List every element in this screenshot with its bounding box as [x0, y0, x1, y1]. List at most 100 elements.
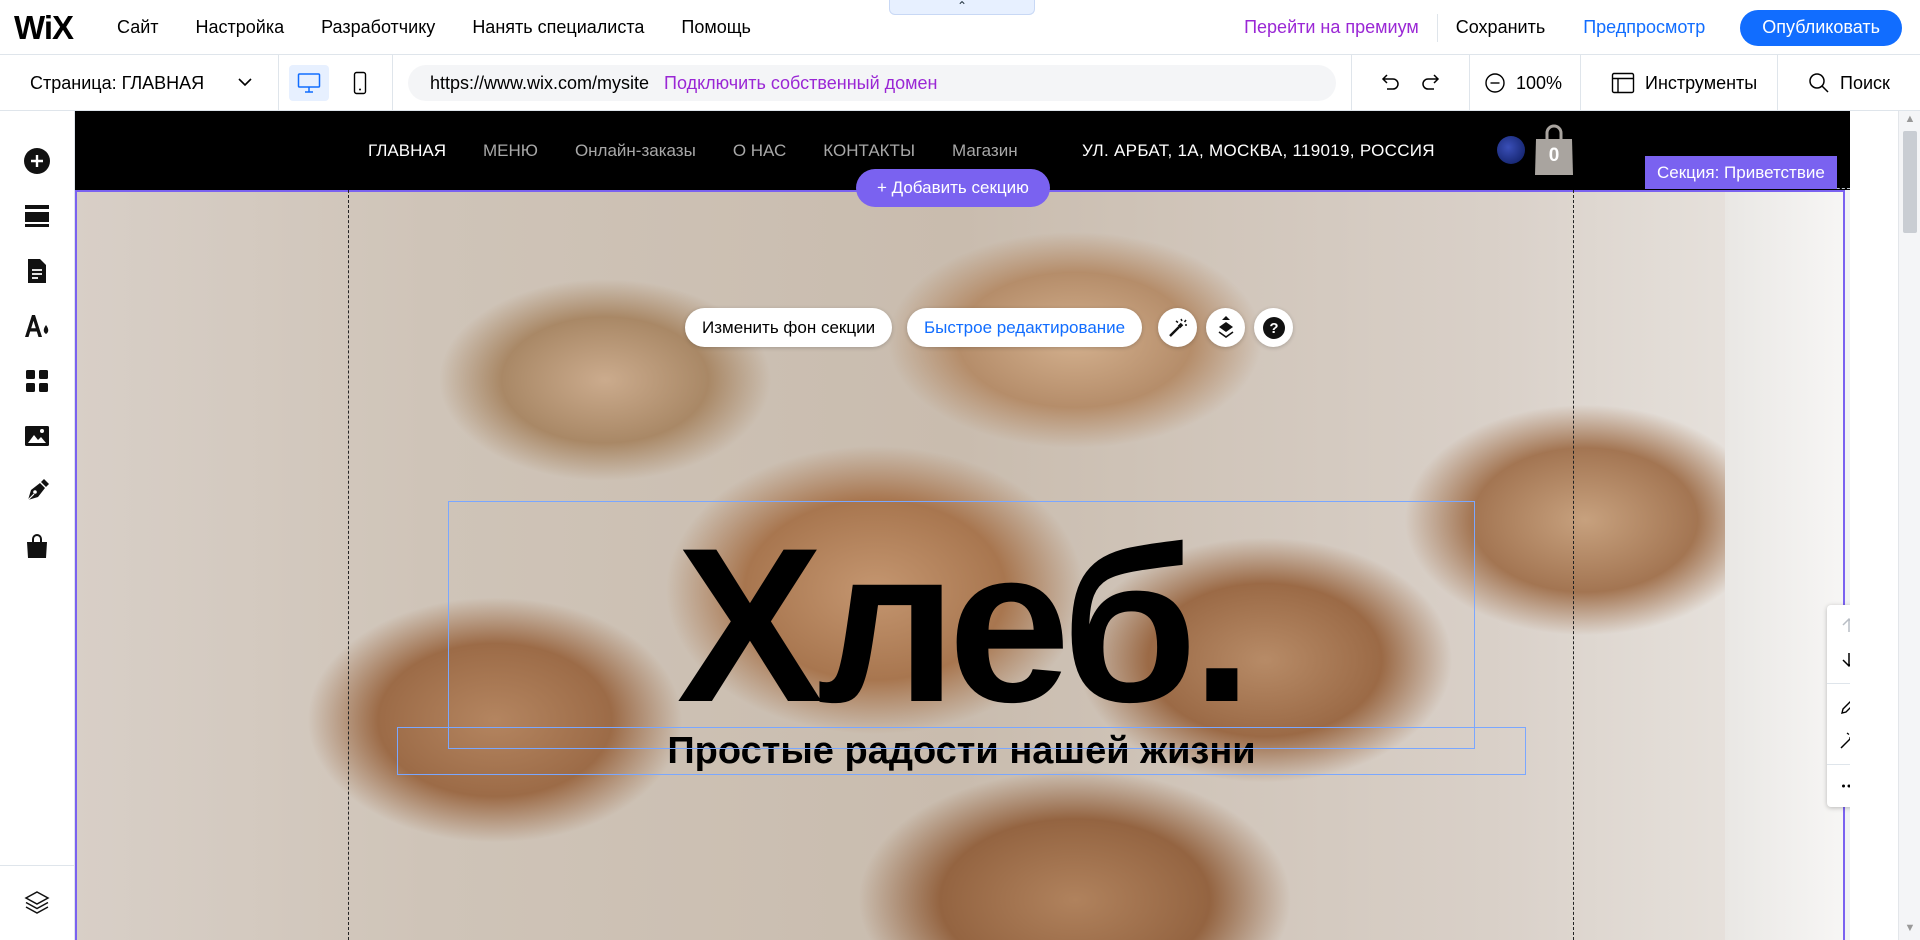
change-background-label: Изменить фон секции — [685, 308, 893, 347]
section-floating-toolbar — [1827, 605, 1850, 807]
desktop-icon — [297, 72, 321, 94]
quick-edit-label: Быстрое редактирование — [907, 308, 1143, 347]
zoom-out-icon — [1484, 72, 1506, 94]
wix-logo[interactable]: WiX — [14, 9, 74, 47]
site-nav-shop[interactable]: Магазин — [952, 141, 1018, 161]
divider — [1469, 55, 1470, 111]
change-background-button[interactable]: Изменить фон секции — [685, 308, 893, 347]
add-apps-button[interactable] — [23, 367, 51, 395]
zoom-level: 100% — [1516, 72, 1563, 93]
divider — [0, 865, 75, 866]
section-label[interactable]: Секция: Приветствие — [1645, 156, 1837, 189]
redo-button[interactable] — [1419, 55, 1443, 111]
divider — [1827, 764, 1850, 765]
layers-button[interactable] — [23, 888, 51, 916]
mobile-view-button[interactable] — [340, 65, 380, 101]
arrange-icon — [1216, 315, 1236, 341]
media-button[interactable] — [23, 422, 51, 450]
tools-button[interactable]: Инструменты — [1611, 55, 1757, 111]
hero-title-frame — [448, 501, 1475, 749]
scroll-down-icon[interactable]: ▼ — [1899, 922, 1920, 938]
site-address[interactable]: УЛ. АРБАТ, 1А, МОСКВА, 119019, РОССИЯ — [1082, 111, 1435, 190]
grid-guide-left — [348, 190, 349, 940]
site-url-bar: https://www.wix.com/mysite Подключить со… — [408, 65, 1336, 101]
divider — [1580, 55, 1581, 111]
layers-icon — [24, 889, 50, 915]
scroll-up-icon[interactable]: ▲ — [1899, 113, 1920, 129]
menu-help[interactable]: Помощь — [681, 17, 751, 38]
site-nav-about[interactable]: О НАС — [733, 141, 786, 161]
arrow-down-icon — [1840, 651, 1850, 669]
divider — [1351, 55, 1352, 111]
preview-button[interactable]: Предпросмотр — [1583, 17, 1705, 38]
mobile-icon — [353, 71, 367, 95]
magic-wand-button[interactable] — [1158, 308, 1197, 347]
arrange-button[interactable] — [1206, 308, 1245, 347]
add-section-sidebar-button[interactable] — [23, 202, 51, 230]
pencil-icon — [1839, 696, 1850, 716]
hero-subtitle-frame — [397, 727, 1526, 775]
grid-guide-right — [1573, 190, 1574, 940]
sections-icon — [24, 204, 50, 228]
top-menu: Сайт Настройка Разработчику Нанять специ… — [117, 0, 751, 55]
site-nav-online-orders[interactable]: Онлайн-заказы — [575, 141, 696, 161]
undo-button[interactable] — [1378, 55, 1402, 111]
cart-button[interactable]: 0 — [1533, 123, 1575, 175]
divider — [1436, 13, 1438, 42]
store-button[interactable] — [23, 532, 51, 560]
move-section-up-button[interactable] — [1827, 608, 1850, 642]
help-button[interactable]: ? — [1254, 308, 1293, 347]
move-section-down-button[interactable] — [1827, 643, 1850, 677]
search-button[interactable]: Поиск — [1808, 55, 1890, 111]
top-actions: Перейти на премиум Сохранить Предпросмот… — [1244, 0, 1902, 55]
menu-site[interactable]: Сайт — [117, 17, 159, 38]
add-icon — [23, 147, 51, 175]
page-selector[interactable]: Страница: ГЛАВНАЯ — [30, 55, 255, 111]
redo-icon — [1419, 71, 1443, 95]
site-nav-contacts[interactable]: КОНТАКТЫ — [823, 141, 915, 161]
cart-count: 0 — [1548, 145, 1560, 166]
search-icon — [1808, 72, 1830, 94]
menu-dev-mode[interactable]: Разработчику — [321, 17, 435, 38]
top-bar: WiX Сайт Настройка Разработчику Нанять с… — [0, 0, 1920, 55]
edit-section-button[interactable] — [1827, 689, 1850, 723]
canvas-scrollbar[interactable]: ▲ ▼ — [1898, 111, 1920, 940]
site-nav-home[interactable]: ГЛАВНАЯ — [368, 141, 446, 161]
store-icon — [25, 533, 49, 559]
divider — [278, 55, 279, 111]
hero-image-sleeve — [1725, 190, 1845, 940]
more-actions-button[interactable] — [1827, 769, 1850, 803]
pages-icon — [26, 258, 48, 284]
quick-edit-button[interactable]: Быстрое редактирование — [907, 308, 1143, 347]
divider — [1827, 683, 1850, 684]
save-button[interactable]: Сохранить — [1456, 17, 1545, 38]
menu-settings[interactable]: Настройка — [196, 17, 285, 38]
divider — [1777, 55, 1778, 111]
arrow-up-icon — [1840, 616, 1850, 634]
add-elements-button[interactable] — [23, 147, 51, 175]
collapse-topbar-button[interactable]: ⌃ — [889, 0, 1035, 15]
site-nav-menu[interactable]: МЕНЮ — [483, 141, 538, 161]
desktop-view-button[interactable] — [289, 65, 329, 101]
publish-button[interactable]: Опубликовать — [1740, 9, 1902, 46]
svg-text:?: ? — [1269, 320, 1278, 337]
scrollbar-thumb[interactable] — [1903, 131, 1917, 233]
add-section-button[interactable]: + Добавить секцию — [856, 169, 1050, 207]
pages-menu-button[interactable] — [23, 257, 51, 285]
caret-up-icon: ⌃ — [956, 0, 968, 13]
menu-hire-professional[interactable]: Нанять специалиста — [472, 17, 644, 38]
undo-icon — [1378, 71, 1402, 95]
connect-domain-link[interactable]: Подключить собственный домен — [664, 73, 937, 94]
blog-button[interactable] — [23, 477, 51, 505]
editor-canvas[interactable]: ГЛАВНАЯ МЕНЮ Онлайн-заказы О НАС КОНТАКТ… — [75, 111, 1850, 940]
magic-wand-icon — [1838, 729, 1850, 751]
upgrade-premium-link[interactable]: Перейти на премиум — [1244, 17, 1419, 38]
language-flag-icon[interactable] — [1497, 136, 1525, 164]
magic-wand-icon — [1167, 317, 1189, 339]
tools-icon — [1611, 72, 1635, 94]
section-magic-button[interactable] — [1827, 723, 1850, 757]
more-icon — [1841, 783, 1850, 789]
tools-label: Инструменты — [1645, 72, 1758, 93]
site-design-button[interactable] — [23, 312, 51, 340]
zoom-button[interactable]: 100% — [1484, 55, 1562, 111]
